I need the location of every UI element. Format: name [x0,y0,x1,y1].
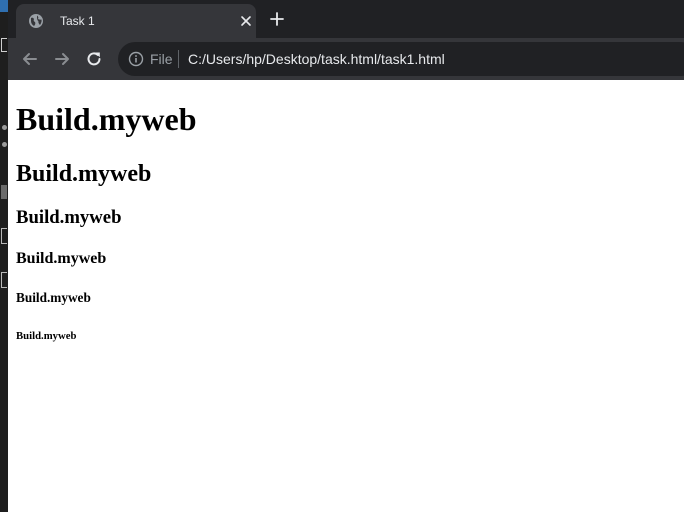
site-scheme-label: File [150,51,173,67]
background-dot [2,142,7,147]
globe-icon [29,14,43,28]
tab-task-1[interactable]: Task 1 [16,4,256,38]
heading-4: Build.myweb [16,250,107,267]
heading-1: Build.myweb [16,101,197,137]
address-bar[interactable]: File C:/Users/hp/Desktop/task.html/task1… [118,42,684,76]
background-accent-strip [0,0,8,12]
background-icon [1,38,7,52]
background-icon [1,185,7,199]
background-icon [1,228,7,244]
close-tab-icon[interactable] [240,15,252,27]
heading-3: Build.myweb [16,207,122,228]
page-content: Build.myweb Build.myweb Build.myweb Buil… [8,80,684,512]
url-text[interactable]: C:/Users/hp/Desktop/task.html/task1.html [188,51,445,67]
background-window-edge [0,0,8,512]
background-dot [2,125,7,130]
heading-6: Build.myweb [16,330,77,342]
heading-5: Build.myweb [16,290,91,305]
tab-title: Task 1 [60,14,95,28]
new-tab-button[interactable] [270,12,284,26]
background-icon [1,272,7,288]
reload-icon[interactable] [84,49,104,69]
back-arrow-icon[interactable] [20,49,40,69]
forward-arrow-icon[interactable] [52,49,72,69]
tab-strip: Task 1 [8,0,684,38]
heading-2: Build.myweb [16,161,152,187]
info-icon[interactable] [128,51,144,67]
browser-toolbar: File C:/Users/hp/Desktop/task.html/task1… [8,38,684,80]
browser-window: Task 1 File C:/Users/hp/Desktop/task.htm… [8,0,684,512]
address-divider [178,50,179,68]
